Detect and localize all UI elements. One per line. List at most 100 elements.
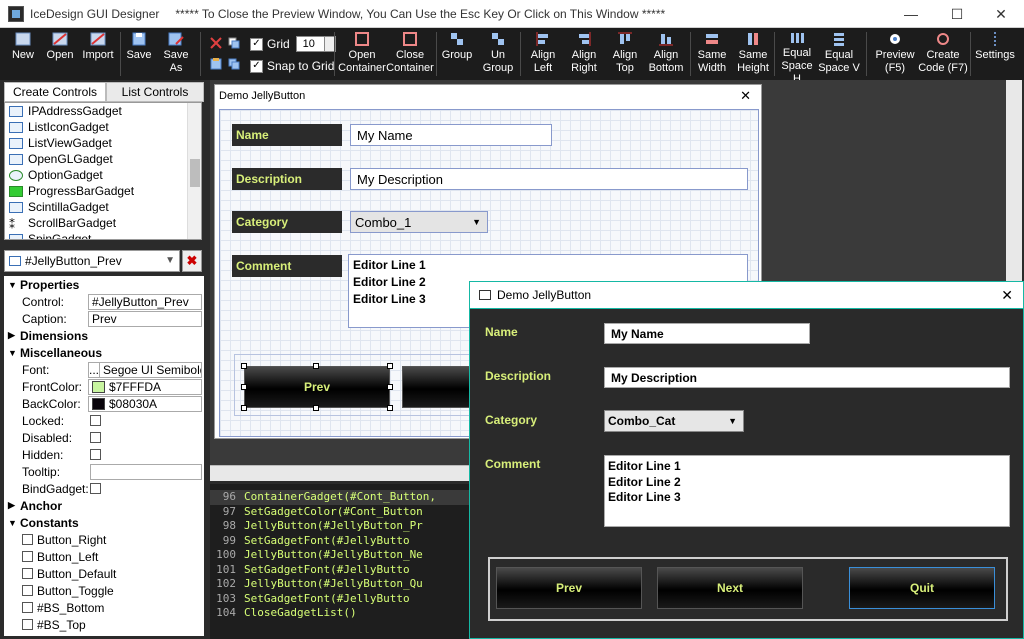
- preview-name-input[interactable]: My Name: [604, 323, 810, 344]
- preview-window[interactable]: Demo JellyButton ✕ Name My Name Descript…: [469, 281, 1024, 639]
- list-item[interactable]: SpinGadget: [5, 231, 201, 239]
- scroll-thumb[interactable]: [190, 159, 200, 187]
- bindgadget-checkbox[interactable]: [90, 483, 101, 494]
- disabled-checkbox[interactable]: [90, 432, 101, 443]
- prev-button[interactable]: Prev: [244, 366, 390, 408]
- equal-space-v-button[interactable]: Equal Space V: [818, 31, 860, 77]
- preview-quit-button[interactable]: Quit: [849, 567, 995, 609]
- list-item[interactable]: ⁑ ScrollBarGadget: [5, 215, 201, 232]
- description-label[interactable]: Description: [232, 168, 342, 190]
- align-bottom-button[interactable]: Align Bottom: [646, 31, 686, 77]
- same-width-button[interactable]: Same Width: [694, 31, 730, 77]
- preview-next-button[interactable]: Next: [657, 567, 803, 609]
- save-button[interactable]: Save: [124, 31, 154, 77]
- backcolor-field[interactable]: $08030A: [88, 395, 202, 412]
- close-icon[interactable]: ✕: [1001, 287, 1013, 304]
- save-as-button[interactable]: Save As: [160, 31, 192, 77]
- font-picker-button[interactable]: ...: [89, 362, 101, 377]
- name-label[interactable]: Name: [232, 124, 342, 146]
- code-editor[interactable]: 96 ContainerGadget(#Cont_Button, 97 SetG…: [210, 484, 472, 639]
- constant-item[interactable]: #BS_Bottom: [4, 599, 204, 616]
- constant-item[interactable]: Button_Default: [4, 565, 204, 582]
- paste-icon[interactable]: [210, 58, 222, 70]
- category-combo[interactable]: Combo_1 ▼: [350, 211, 488, 233]
- constant-item[interactable]: Button_Left: [4, 548, 204, 565]
- align-left-button[interactable]: Align Left: [526, 31, 560, 77]
- constant-item[interactable]: Button_Toggle: [4, 582, 204, 599]
- description-input[interactable]: My Description: [350, 168, 748, 190]
- ungroup-button[interactable]: Un Group: [480, 31, 516, 77]
- grid-checkbox[interactable]: ✓: [250, 37, 263, 51]
- constant-checkbox[interactable]: [22, 551, 33, 562]
- list-item[interactable]: ListIconGadget: [5, 119, 201, 135]
- control-selector[interactable]: #JellyButton_Prev ▼: [4, 250, 180, 272]
- close-icon[interactable]: ✕: [978, 0, 1024, 28]
- list-item[interactable]: ProgressBarGadget: [5, 183, 201, 199]
- list-item[interactable]: ScintillaGadget: [5, 199, 201, 215]
- tab-list-controls[interactable]: List Controls: [106, 82, 204, 102]
- frontcolor-swatch[interactable]: [92, 380, 105, 393]
- grid-size-spinner[interactable]: 10: [295, 36, 336, 52]
- maximize-icon[interactable]: ☐: [934, 0, 980, 28]
- align-right-button[interactable]: Align Right: [566, 31, 602, 77]
- settings-button[interactable]: Settings: [974, 31, 1016, 77]
- resize-handle[interactable]: [241, 384, 247, 390]
- list-item[interactable]: OptionGadget: [5, 167, 201, 183]
- section-dimensions[interactable]: ▶ Dimensions: [4, 327, 204, 344]
- same-height-button[interactable]: Same Height: [734, 31, 772, 77]
- list-item[interactable]: IPAddressGadget: [5, 103, 201, 119]
- constant-checkbox[interactable]: [22, 585, 33, 596]
- preview-comment-editor[interactable]: Editor Line 1 Editor Line 2 Editor Line …: [604, 455, 1010, 527]
- create-code-button[interactable]: Create Code (F7): [918, 31, 968, 77]
- preview-description-input[interactable]: My Description: [604, 367, 1010, 388]
- gadget-list[interactable]: IPAddressGadget ListIconGadget ListViewG…: [4, 102, 202, 240]
- resize-handle[interactable]: [241, 363, 247, 369]
- section-misc[interactable]: ▼ Miscellaneous: [4, 344, 204, 361]
- import-button[interactable]: Import: [80, 31, 116, 77]
- constant-checkbox[interactable]: [22, 619, 33, 630]
- resize-handle[interactable]: [387, 405, 393, 411]
- preview-prev-button[interactable]: Prev: [496, 567, 642, 609]
- open-button[interactable]: Open: [44, 31, 76, 77]
- constant-checkbox[interactable]: [22, 534, 33, 545]
- gadget-list-scrollbar[interactable]: [187, 103, 201, 239]
- constant-item[interactable]: #BS_Top: [4, 616, 204, 633]
- backcolor-swatch[interactable]: [92, 397, 105, 410]
- preview-button[interactable]: Preview (F5): [874, 31, 916, 77]
- font-field[interactable]: ... Segoe UI Semibold: [88, 361, 202, 378]
- locked-checkbox[interactable]: [90, 415, 101, 426]
- snap-toggle[interactable]: ✓ Snap to Grid: [250, 59, 334, 73]
- section-anchor[interactable]: ▶ Anchor: [4, 497, 204, 514]
- close-container-button[interactable]: Close Container: [384, 31, 436, 77]
- constant-checkbox[interactable]: [22, 602, 33, 613]
- list-item[interactable]: OpenGLGadget: [5, 151, 201, 167]
- align-top-button[interactable]: Align Top: [608, 31, 642, 77]
- comment-label[interactable]: Comment: [232, 255, 342, 277]
- preview-category-combo[interactable]: Combo_Cat ▼: [604, 410, 744, 432]
- control-field[interactable]: #JellyButton_Prev: [88, 293, 202, 310]
- snap-checkbox[interactable]: ✓: [250, 59, 263, 73]
- new-button[interactable]: New: [8, 31, 38, 77]
- resize-handle[interactable]: [387, 384, 393, 390]
- tooltip-field[interactable]: [90, 463, 202, 480]
- tab-create-controls[interactable]: Create Controls: [4, 82, 106, 102]
- resize-handle[interactable]: [313, 363, 319, 369]
- name-input[interactable]: My Name: [350, 124, 552, 146]
- close-icon[interactable]: ✕: [740, 88, 751, 104]
- cut-icon[interactable]: [210, 37, 222, 49]
- constant-item[interactable]: Button_Right: [4, 531, 204, 548]
- caption-field[interactable]: Prev: [88, 310, 202, 327]
- copy-icon[interactable]: [228, 37, 240, 49]
- list-item[interactable]: ListViewGadget: [5, 135, 201, 151]
- hidden-checkbox[interactable]: [90, 449, 101, 460]
- delete-control-button[interactable]: ✖: [182, 250, 202, 272]
- category-label[interactable]: Category: [232, 211, 342, 233]
- grid-toggle[interactable]: ✓ Grid 10: [250, 36, 336, 52]
- frontcolor-field[interactable]: $7FFFDA: [88, 378, 202, 395]
- duplicate-icon[interactable]: [228, 58, 240, 70]
- open-container-button[interactable]: Open Container: [336, 31, 388, 77]
- resize-handle[interactable]: [241, 405, 247, 411]
- section-constants[interactable]: ▼ Constants: [4, 514, 204, 531]
- group-button[interactable]: Group: [440, 31, 474, 77]
- constant-checkbox[interactable]: [22, 568, 33, 579]
